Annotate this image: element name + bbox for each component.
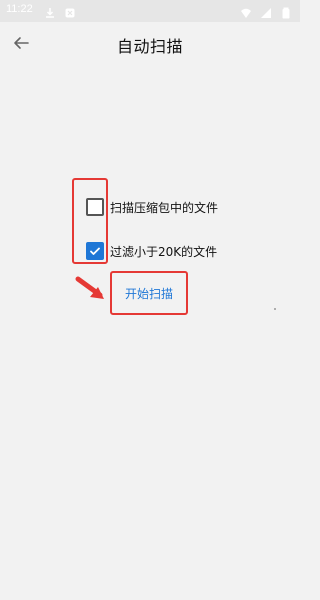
status-left-icons (44, 4, 76, 18)
wifi-icon (240, 4, 252, 18)
annotation-arrow-icon (75, 276, 104, 299)
decorative-dot (274, 308, 276, 310)
status-right-icons (240, 4, 292, 19)
status-time: 11:22 (6, 3, 33, 15)
battery-icon (280, 4, 292, 19)
notification-icon (64, 4, 76, 18)
checkbox-highlight-box (72, 178, 108, 264)
page-title: 自动扫描 (116, 37, 183, 56)
scan-archives-label: 扫描压缩包中的文件 (110, 200, 219, 215)
app-bar: 自动扫描 (0, 22, 300, 66)
filter-small-files-label: 过滤小于20K的文件 (110, 244, 218, 259)
status-bar: 11:22 (0, 0, 300, 22)
start-button-highlight-box (110, 271, 188, 315)
signal-icon (260, 4, 272, 18)
download-icon (44, 4, 56, 18)
